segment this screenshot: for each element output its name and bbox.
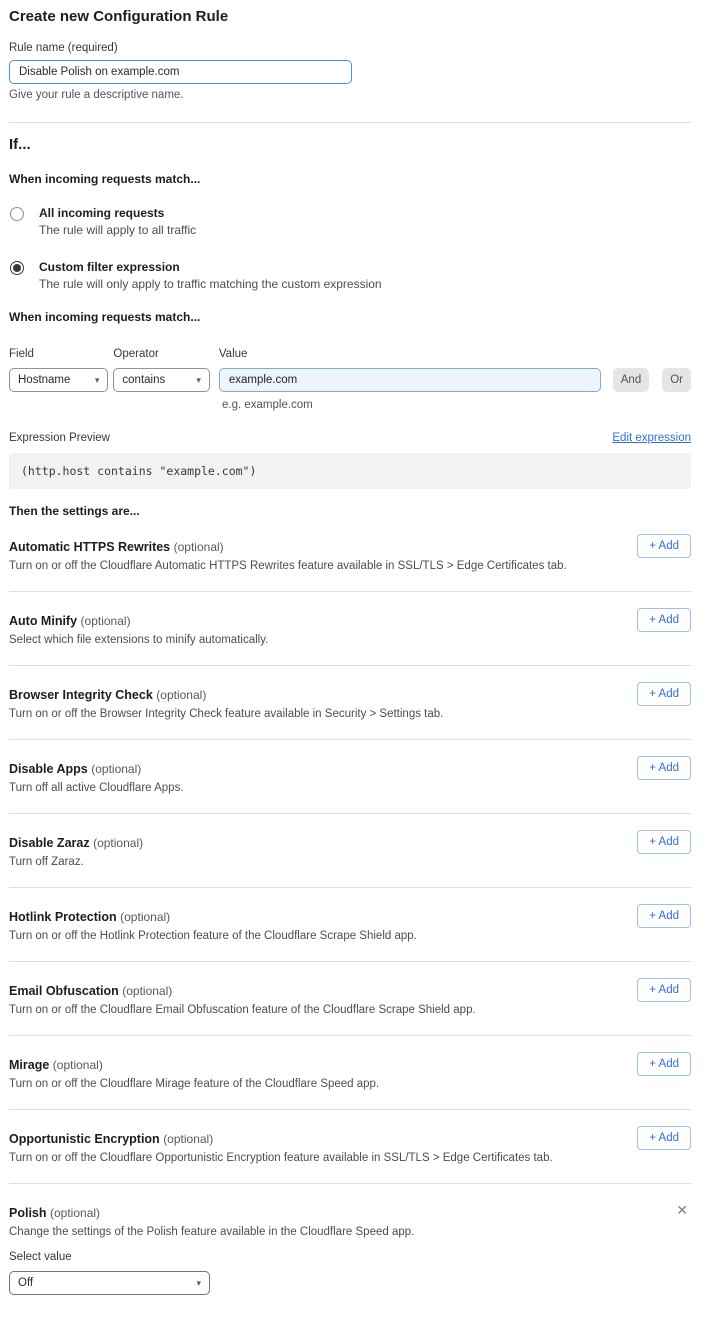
optional-label: (optional) <box>91 762 141 776</box>
setting-description: Turn on or off the Cloudflare Opportunis… <box>9 1152 691 1164</box>
setting-description: Turn on or off the Browser Integrity Che… <box>9 708 691 720</box>
setting-name: Automatic HTTPS Rewrites <box>9 540 170 554</box>
optional-label: (optional) <box>163 1132 213 1146</box>
then-settings-heading: Then the settings are... <box>9 504 691 518</box>
select-value-label: Select value <box>9 1251 691 1263</box>
expression-builder-row: Field Hostname ▾ Operator contains ▾ Val… <box>9 348 691 392</box>
value-input[interactable] <box>219 368 601 392</box>
radio-label: Custom filter expression <box>39 260 382 274</box>
radio-selected-icon[interactable] <box>10 261 24 275</box>
setting-name: Auto Minify <box>9 614 77 628</box>
polish-value-select[interactable]: Off ▾ <box>9 1271 210 1295</box>
divider <box>9 122 691 123</box>
value-help: e.g. example.com <box>222 399 691 411</box>
optional-label: (optional) <box>122 984 172 998</box>
setting-disable-apps: Disable Apps (optional) Turn off all act… <box>9 740 691 814</box>
chevron-down-icon: ▾ <box>95 375 100 386</box>
setting-opportunistic-encryption: Opportunistic Encryption (optional) Turn… <box>9 1110 691 1184</box>
radio-description: The rule will only apply to traffic matc… <box>39 277 382 291</box>
setting-hotlink-protection: Hotlink Protection (optional) Turn on or… <box>9 888 691 962</box>
setting-description: Turn off all active Cloudflare Apps. <box>9 782 691 794</box>
and-button[interactable]: And <box>613 368 649 392</box>
setting-polish: Polish (optional) Change the settings of… <box>9 1184 691 1314</box>
setting-browser-integrity-check: Browser Integrity Check (optional) Turn … <box>9 666 691 740</box>
or-button[interactable]: Or <box>662 368 691 392</box>
if-heading: If... <box>9 136 691 153</box>
add-button[interactable]: + Add <box>637 756 691 780</box>
setting-description: Turn on or off the Cloudflare Email Obfu… <box>9 1004 691 1016</box>
optional-label: (optional) <box>53 1058 103 1072</box>
optional-label: (optional) <box>50 1206 100 1220</box>
expression-preview-code: (http.host contains "example.com") <box>9 453 691 489</box>
operator-select-value: contains <box>122 374 165 386</box>
radio-unselected-icon[interactable] <box>10 207 24 221</box>
add-button[interactable]: + Add <box>637 534 691 558</box>
optional-label: (optional) <box>93 836 143 850</box>
expression-preview-label: Expression Preview <box>9 432 110 444</box>
field-label: Field <box>9 348 108 360</box>
setting-name: Mirage <box>9 1058 49 1072</box>
rule-name-input[interactable] <box>9 60 352 84</box>
radio-label: All incoming requests <box>39 206 196 220</box>
setting-name: Disable Apps <box>9 762 88 776</box>
page-title: Create new Configuration Rule <box>9 8 691 25</box>
setting-description: Turn on or off the Hotlink Protection fe… <box>9 930 691 942</box>
add-button[interactable]: + Add <box>637 1126 691 1150</box>
optional-label: (optional) <box>120 910 170 924</box>
rule-name-help: Give your rule a descriptive name. <box>9 89 691 101</box>
add-button[interactable]: + Add <box>637 904 691 928</box>
radio-description: The rule will apply to all traffic <box>39 223 196 237</box>
field-select[interactable]: Hostname ▾ <box>9 368 108 392</box>
chevron-down-icon: ▾ <box>196 1278 201 1289</box>
optional-label: (optional) <box>81 614 131 628</box>
add-button[interactable]: + Add <box>637 608 691 632</box>
polish-select-value: Off <box>18 1277 33 1289</box>
setting-description: Turn off Zaraz. <box>9 856 691 868</box>
add-button[interactable]: + Add <box>637 978 691 1002</box>
field-select-value: Hostname <box>18 374 70 386</box>
setting-description: Turn on or off the Cloudflare Mirage fea… <box>9 1078 691 1090</box>
setting-mirage: Mirage (optional) Turn on or off the Clo… <box>9 1036 691 1110</box>
radio-all-incoming-requests[interactable]: All incoming requests The rule will appl… <box>9 206 691 237</box>
setting-automatic-https-rewrites: Automatic HTTPS Rewrites (optional) Turn… <box>9 518 691 592</box>
optional-label: (optional) <box>156 688 206 702</box>
setting-name: Disable Zaraz <box>9 836 90 850</box>
setting-description: Turn on or off the Cloudflare Automatic … <box>9 560 691 572</box>
setting-name: Browser Integrity Check <box>9 688 153 702</box>
builder-heading: When incoming requests match... <box>9 310 691 324</box>
operator-select[interactable]: contains ▾ <box>113 368 209 392</box>
chevron-down-icon: ▾ <box>196 375 201 386</box>
setting-name: Hotlink Protection <box>9 910 117 924</box>
setting-description: Change the settings of the Polish featur… <box>9 1226 691 1238</box>
setting-email-obfuscation: Email Obfuscation (optional) Turn on or … <box>9 962 691 1036</box>
setting-disable-zaraz: Disable Zaraz (optional) Turn off Zaraz.… <box>9 814 691 888</box>
add-button[interactable]: + Add <box>637 830 691 854</box>
setting-name: Polish <box>9 1206 47 1220</box>
setting-name: Email Obfuscation <box>9 984 119 998</box>
setting-name: Opportunistic Encryption <box>9 1132 160 1146</box>
operator-label: Operator <box>113 348 209 360</box>
optional-label: (optional) <box>174 540 224 554</box>
radio-custom-filter-expression[interactable]: Custom filter expression The rule will o… <box>9 260 691 291</box>
setting-auto-minify: Auto Minify (optional) Select which file… <box>9 592 691 666</box>
add-button[interactable]: + Add <box>637 1052 691 1076</box>
match-heading: When incoming requests match... <box>9 172 691 186</box>
value-label: Value <box>219 348 601 360</box>
edit-expression-link[interactable]: Edit expression <box>612 432 691 444</box>
setting-description: Select which file extensions to minify a… <box>9 634 691 646</box>
close-icon[interactable]: ✕ <box>676 1203 688 1217</box>
rule-name-label: Rule name (required) <box>9 42 691 54</box>
add-button[interactable]: + Add <box>637 682 691 706</box>
